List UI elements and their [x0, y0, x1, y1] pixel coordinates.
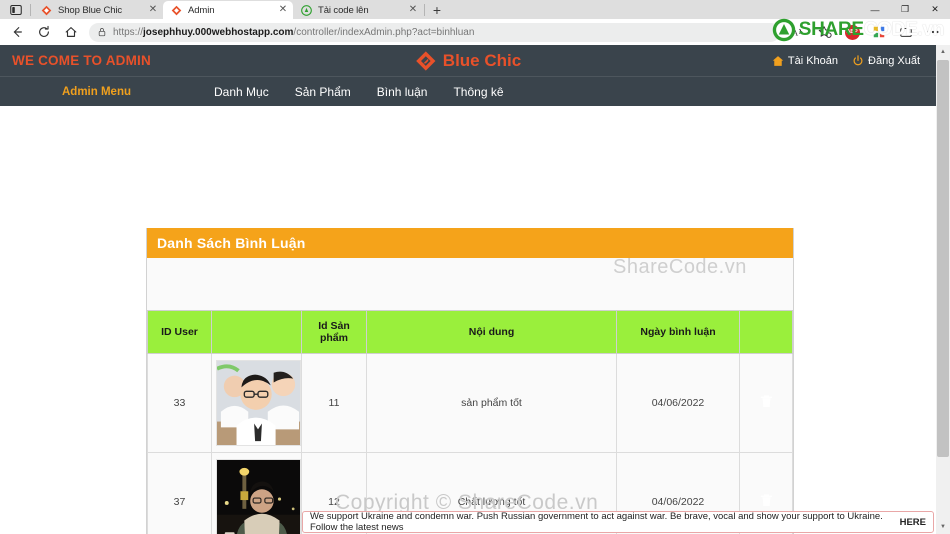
url-text: https://josephhuy.000webhostapp.com/cont…	[113, 26, 475, 38]
ukraine-notification-bar: We support Ukraine and condemn war. Push…	[302, 511, 934, 533]
scroll-down-arrow-icon[interactable]: ▼	[936, 520, 950, 534]
delete-button[interactable]	[739, 353, 793, 453]
collections-icon[interactable]	[893, 21, 919, 43]
cell-id-san-pham: 11	[301, 353, 367, 453]
admin-welcome-text: WE COME TO ADMIN	[12, 53, 151, 68]
site-brand[interactable]: Blue Chic	[415, 50, 521, 72]
close-icon[interactable]: ✕	[147, 4, 159, 16]
cell-id-user: 33	[147, 353, 212, 453]
logout-label: Đăng Xuất	[868, 54, 920, 67]
toolbar-right-actions: A ABP	[785, 21, 946, 43]
bluechic-icon	[41, 5, 52, 16]
admin-header-actions: Tài Khoản Đăng Xuất	[772, 55, 920, 67]
browser-window: Shop Blue Chic ✕ Admin ✕ Tải code lên ✕ …	[0, 0, 950, 534]
power-icon	[853, 54, 863, 65]
sidebar-toggle-icon[interactable]	[2, 0, 30, 19]
close-window-button[interactable]: ✕	[920, 0, 950, 19]
home-user-icon	[772, 55, 784, 66]
maximize-button[interactable]: ❐	[890, 0, 920, 19]
cell-id-user: 37	[147, 452, 212, 534]
col-header-id-san-pham: Id Sản phẩm	[301, 310, 367, 354]
notification-link[interactable]: HERE	[900, 517, 926, 528]
page-body: Danh Sách Bình Luận ID User Id Sản phẩm …	[0, 106, 936, 534]
col-header-id-user: ID User	[147, 310, 212, 354]
tab-title: Admin	[188, 4, 215, 16]
web-page-content: WE COME TO ADMIN Blue Chic Tài Khoản Đăn…	[0, 45, 936, 534]
table-row: 33 11 sản phẩm tốt 04/06/2022	[147, 353, 793, 453]
col-header-ngay-binh-luan: Ngày bình luận	[616, 310, 740, 354]
tab-title: Tải code lên	[318, 4, 369, 16]
svg-text:A: A	[792, 28, 799, 38]
browser-tab-2[interactable]: Admin ✕	[163, 1, 293, 19]
refresh-icon[interactable]	[31, 21, 57, 43]
account-link[interactable]: Tài Khoản	[772, 55, 838, 67]
new-tab-button[interactable]: +	[426, 1, 448, 19]
close-icon[interactable]: ✕	[277, 4, 289, 16]
nav-item-binh-luan[interactable]: Bình luận	[364, 85, 441, 99]
browser-tab-3[interactable]: Tải code lên ✕	[293, 1, 423, 19]
nav-item-san-pham[interactable]: Sản Phẩm	[282, 85, 364, 99]
adblock-badge: ABP	[844, 24, 860, 40]
user-photo-night	[216, 459, 301, 534]
home-icon[interactable]	[58, 21, 84, 43]
comments-table: ID User Id Sản phẩm Nội dung Ngày bình l…	[147, 310, 793, 534]
notification-text: We support Ukraine and condemn war. Push…	[310, 511, 883, 533]
tab-title: Shop Blue Chic	[58, 4, 123, 16]
read-aloud-icon[interactable]: A	[785, 21, 811, 43]
admin-menu-label: Admin Menu	[62, 85, 131, 98]
tab-separator	[424, 4, 425, 16]
page-scrollbar[interactable]: ▲ ▼	[936, 45, 950, 534]
minimize-button[interactable]: —	[860, 0, 890, 19]
sharecode-icon	[301, 4, 312, 16]
table-header-row: ID User Id Sản phẩm Nội dung Ngày bình l…	[147, 310, 793, 354]
col-header-noi-dung: Nội dung	[366, 310, 617, 354]
cell-noi-dung: sản phẩm tốt	[366, 353, 617, 453]
settings-more-icon[interactable]	[920, 21, 946, 43]
user-photo-group	[216, 360, 301, 446]
browser-toolbar: https://josephhuy.000webhostapp.com/cont…	[0, 19, 950, 45]
trash-icon	[760, 493, 773, 508]
favorites-icon[interactable]	[812, 21, 838, 43]
comments-panel: Danh Sách Bình Luận ID User Id Sản phẩm …	[146, 228, 794, 534]
close-icon[interactable]: ✕	[407, 4, 419, 16]
back-arrow-icon[interactable]	[4, 21, 30, 43]
scroll-up-arrow-icon[interactable]: ▲	[936, 45, 950, 59]
account-label: Tài Khoản	[787, 54, 839, 67]
lock-icon	[97, 27, 107, 37]
bluechic-logo-icon	[416, 50, 436, 71]
address-bar[interactable]: https://josephhuy.000webhostapp.com/cont…	[89, 22, 780, 42]
nav-item-danh-muc[interactable]: Danh Mục	[201, 85, 282, 99]
adblock-plus-icon[interactable]: ABP	[839, 21, 865, 43]
tab-strip: Shop Blue Chic ✕ Admin ✕ Tải code lên ✕ …	[0, 0, 950, 19]
cell-avatar	[211, 353, 302, 453]
col-header-avatar	[211, 310, 302, 354]
cell-avatar	[211, 452, 302, 534]
tab-separator	[30, 4, 31, 16]
panel-title: Danh Sách Bình Luận	[147, 228, 793, 258]
admin-header-bar: WE COME TO ADMIN Blue Chic Tài Khoản Đăn…	[0, 45, 936, 77]
window-controls: — ❐ ✕	[860, 0, 950, 19]
scrollbar-thumb[interactable]	[937, 60, 949, 457]
nav-item-thong-ke[interactable]: Thông kê	[440, 85, 516, 99]
bluechic-icon	[171, 5, 182, 16]
trash-icon	[760, 394, 773, 409]
browser-tab-1[interactable]: Shop Blue Chic ✕	[33, 1, 163, 19]
brand-name-text: Blue Chic	[442, 50, 522, 70]
cell-ngay: 04/06/2022	[616, 353, 740, 453]
logout-link[interactable]: Đăng Xuất	[852, 55, 920, 67]
admin-nav-bar: Admin Menu Danh Mục Sản Phẩm Bình luận T…	[0, 77, 936, 106]
extension-icon[interactable]	[866, 21, 892, 43]
col-header-actions	[739, 310, 793, 354]
panel-spacer	[147, 258, 793, 310]
